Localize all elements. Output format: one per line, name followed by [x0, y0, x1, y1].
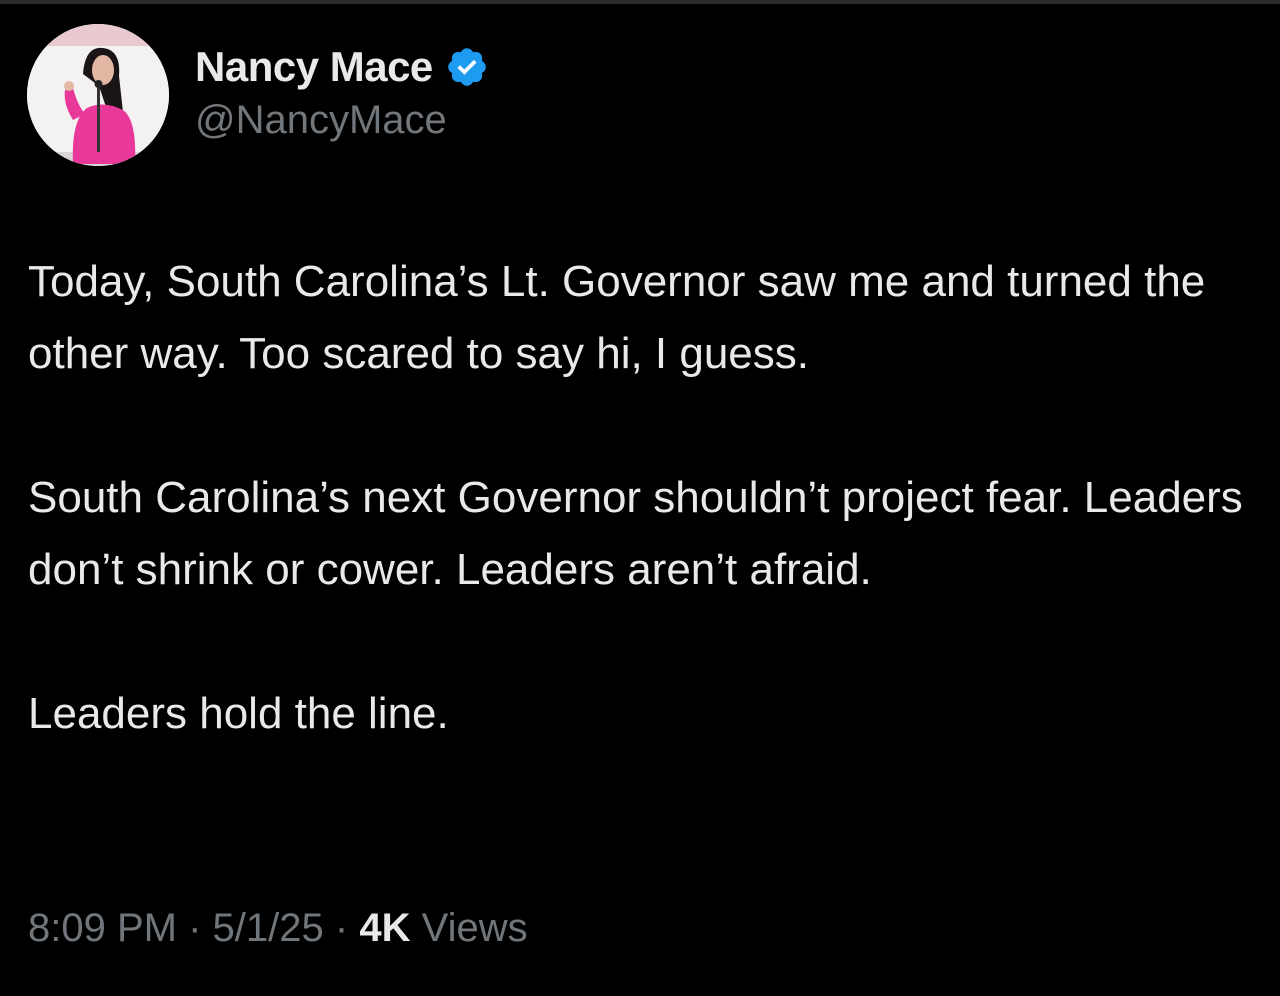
tweet-meta: 8:09 PM · 5/1/25 · 4K Views [28, 906, 528, 951]
tweet-text: Today, South Carolina’s Lt. Governor saw… [28, 246, 1258, 750]
tweet-header: Nancy Mace @NancyMace [27, 24, 489, 166]
avatar[interactable] [27, 24, 169, 166]
verified-badge-icon[interactable] [445, 45, 489, 89]
tweet-paragraph: Today, South Carolina’s Lt. Governor saw… [28, 257, 1218, 378]
name-row: Nancy Mace [195, 40, 489, 94]
tweet-paragraph: South Carolina’s next Governor shouldn’t… [28, 473, 1256, 594]
avatar-image [27, 24, 169, 166]
meta-separator: · [188, 906, 202, 950]
tweet-time[interactable]: 8:09 PM [28, 906, 177, 950]
tweet-paragraph: Leaders hold the line. [28, 689, 449, 738]
author-handle[interactable]: @NancyMace [195, 98, 489, 143]
tweet-date[interactable]: 5/1/25 [213, 906, 324, 950]
author-identity: Nancy Mace @NancyMace [195, 24, 489, 143]
meta-separator: · [334, 906, 349, 950]
top-border [0, 0, 1280, 4]
display-name[interactable]: Nancy Mace [195, 43, 433, 91]
views-count[interactable]: 4K [359, 906, 410, 950]
views-label: Views [421, 906, 528, 950]
